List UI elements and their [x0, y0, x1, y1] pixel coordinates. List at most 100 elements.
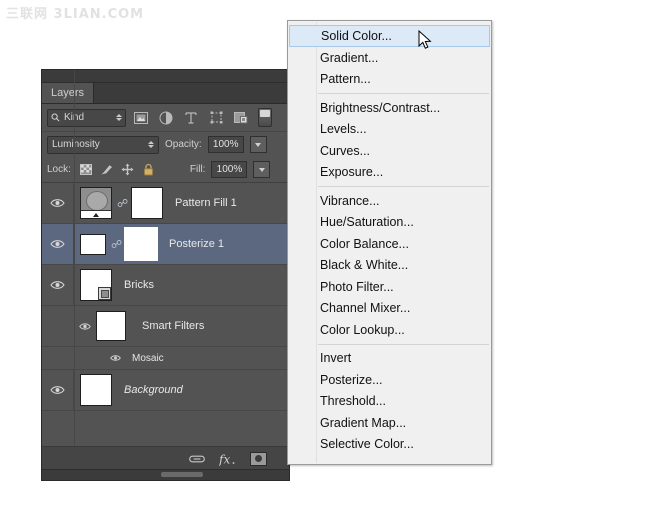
smart-filter-mosaic-row[interactable]: Mosaic [42, 347, 289, 370]
smart-filters-mask-thumbnail[interactable] [96, 311, 126, 341]
menu-item-gradient[interactable]: Gradient... [288, 47, 491, 69]
search-icon [51, 113, 60, 122]
filter-kind-label: Kind [64, 112, 112, 123]
blend-mode-value: Luminosity [52, 139, 148, 150]
menu-separator [288, 90, 491, 97]
link-layers-icon[interactable] [189, 454, 205, 464]
eye-icon [79, 322, 91, 331]
smart-object-badge-icon [98, 287, 111, 300]
layer-row-bricks[interactable]: Bricks [42, 265, 289, 306]
fill-input[interactable]: 100% [211, 161, 247, 178]
link-thumbnails-icon[interactable]: ☍ [117, 197, 126, 210]
menu-item-pattern[interactable]: Pattern... [288, 69, 491, 91]
menu-item-channel-mixer[interactable]: Channel Mixer... [288, 298, 491, 320]
layer-row-pattern-fill-1[interactable]: ☍ Pattern Fill 1 [42, 183, 289, 224]
menu-item-vibrance[interactable]: Vibrance... [288, 190, 491, 212]
menu-item-selective-color[interactable]: Selective Color... [288, 434, 491, 456]
smart-object-filter-icon[interactable] [231, 109, 251, 127]
menu-item-brightness-contrast[interactable]: Brightness/Contrast... [288, 97, 491, 119]
mosaic-visibility-toggle[interactable] [104, 354, 126, 362]
menu-item-levels[interactable]: Levels... [288, 119, 491, 141]
background-layer-thumbnail[interactable] [80, 374, 112, 406]
lock-label: Lock: [47, 164, 71, 175]
layer-name-label[interactable]: Posterize 1 [169, 238, 224, 250]
posterize-adjustment-thumbnail[interactable] [80, 234, 106, 255]
layer-visibility-toggle[interactable] [42, 224, 74, 264]
menu-item-color-balance[interactable]: Color Balance... [288, 233, 491, 255]
menu-item-black-and-white[interactable]: Black & White... [288, 255, 491, 277]
layer-visibility-toggle[interactable] [42, 265, 74, 305]
layers-list: ☍ Pattern Fill 1 ☍ [42, 183, 289, 467]
smart-filters-visibility-toggle[interactable] [74, 322, 96, 331]
menu-item-gradient-map[interactable]: Gradient Map... [288, 412, 491, 434]
layer-mask-thumbnail[interactable] [125, 228, 157, 260]
layer-name-label[interactable]: Pattern Fill 1 [175, 197, 237, 209]
layer-visibility-toggle[interactable] [42, 183, 74, 223]
layer-mask-thumbnail[interactable] [131, 187, 163, 219]
blend-mode-stepper-icon[interactable] [148, 141, 154, 148]
link-thumbnails-icon[interactable]: ☍ [111, 238, 120, 251]
bricks-layer-thumbnail[interactable] [80, 269, 112, 301]
add-layer-mask-icon[interactable] [250, 452, 267, 466]
menu-item-photo-filter[interactable]: Photo Filter... [288, 276, 491, 298]
smart-filters-row[interactable]: Smart Filters [42, 306, 289, 347]
eye-icon [50, 239, 65, 249]
mosaic-filter-label: Mosaic [132, 353, 164, 364]
tab-layers[interactable]: Layers [42, 83, 94, 103]
menu-item-curves[interactable]: Curves... [288, 140, 491, 162]
panel-body: Kind Luminosity [42, 104, 289, 467]
smart-filter-indent-line [74, 70, 75, 480]
eye-icon [110, 354, 121, 362]
layers-panel-footer: fx [42, 446, 289, 470]
lock-icons-group [79, 163, 156, 177]
layer-thumbnails: ☍ [74, 228, 157, 260]
menu-item-color-lookup[interactable]: Color Lookup... [288, 319, 491, 341]
eye-icon [50, 198, 65, 208]
panel-tab-strip: Layers [42, 83, 289, 104]
lock-all-icon[interactable] [142, 163, 156, 177]
scrollbar-thumb[interactable] [161, 472, 203, 477]
menu-separator [288, 183, 491, 190]
filter-kind-select[interactable]: Kind [47, 109, 126, 127]
layer-name-label[interactable]: Bricks [124, 279, 154, 291]
layer-thumbnails: ☍ [74, 187, 163, 219]
tab-layers-label: Layers [51, 87, 84, 99]
fill-label: Fill: [190, 164, 206, 175]
lock-position-icon[interactable] [121, 163, 135, 177]
layers-panel: Layers Kind [42, 70, 289, 480]
layer-name-label[interactable]: Background [124, 384, 183, 396]
opacity-dropdown-button[interactable] [250, 136, 267, 153]
lock-image-pixels-icon[interactable] [100, 163, 114, 177]
opacity-input[interactable]: 100% [208, 136, 244, 153]
menu-item-solid-color[interactable]: Solid Color... [289, 25, 490, 47]
site-watermark: 三联网 3LIAN.COM [6, 3, 144, 22]
eye-icon [50, 280, 65, 290]
fill-dropdown-button[interactable] [253, 161, 270, 178]
layer-visibility-toggle[interactable] [42, 370, 74, 410]
filter-kind-stepper-icon[interactable] [116, 114, 122, 121]
panel-title-bar[interactable] [42, 70, 289, 83]
menu-item-invert[interactable]: Invert [288, 348, 491, 370]
menu-separator [288, 341, 491, 348]
layer-filter-row: Kind [42, 104, 289, 132]
menu-item-exposure[interactable]: Exposure... [288, 162, 491, 184]
lock-transparent-pixels-icon[interactable] [79, 163, 93, 177]
blend-mode-select[interactable]: Luminosity [47, 136, 159, 154]
menu-item-posterize[interactable]: Posterize... [288, 369, 491, 391]
layer-row-posterize-1[interactable]: ☍ Posterize 1 [42, 224, 289, 265]
layer-thumbnails [74, 269, 112, 301]
menu-item-hue-saturation[interactable]: Hue/Saturation... [288, 212, 491, 234]
shape-layer-filter-icon[interactable] [206, 109, 226, 127]
type-layer-filter-icon[interactable] [181, 109, 201, 127]
menu-item-threshold[interactable]: Threshold... [288, 391, 491, 413]
layer-thumbnails [74, 374, 112, 406]
tab-strip-filler [94, 83, 289, 103]
layer-row-background[interactable]: Background [42, 370, 289, 411]
layer-style-fx-icon[interactable]: fx [219, 452, 236, 466]
adjustment-layer-filter-icon[interactable] [156, 109, 176, 127]
panel-horizontal-scrollbar[interactable] [42, 469, 289, 480]
filter-toggle-switch[interactable] [258, 108, 272, 127]
pixel-layer-filter-icon[interactable] [131, 109, 151, 127]
pattern-fill-thumbnail[interactable] [80, 187, 112, 219]
svg-text:fx: fx [219, 452, 230, 466]
